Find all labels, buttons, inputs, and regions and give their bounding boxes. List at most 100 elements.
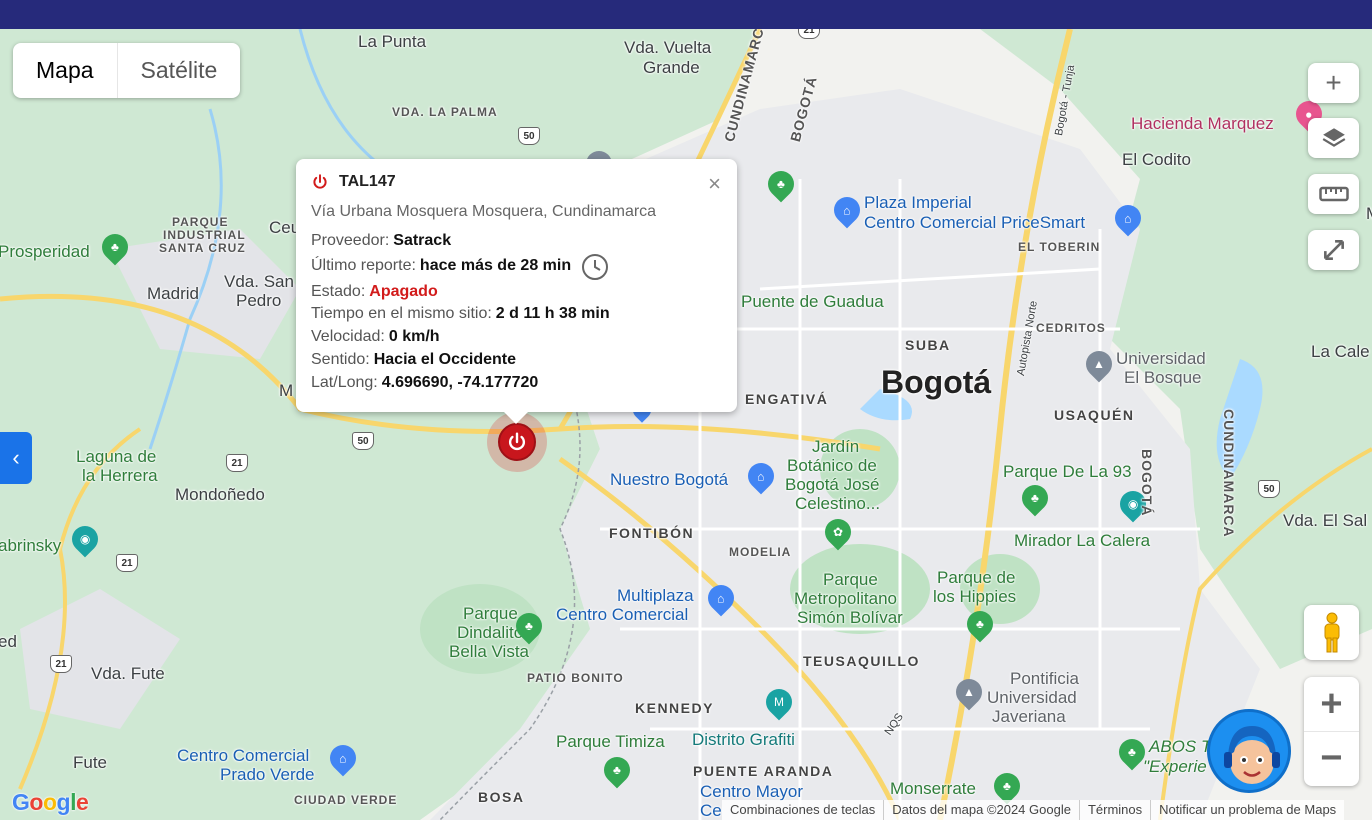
place-label: La Cale [1311,342,1370,361]
route-shield: 50 [518,127,540,145]
district-label: KENNEDY [635,700,714,716]
speed-row: Velocidad: 0 km/h [311,326,722,349]
park-label: Parque De La 93 [1003,462,1132,481]
vehicle-address: Vía Urbana Mosquera Mosquera, Cundinamar… [311,203,657,220]
route-shield: 50 [352,432,374,450]
shop-label: Centro Comercial [177,746,310,765]
vehicle-plate: TAL147 [339,173,396,190]
park-label: Laguna de [76,447,157,466]
report-problem-link[interactable]: Notificar un problema de Maps [1150,800,1344,820]
place-label: Fute [73,753,108,772]
district-label: ENGATIVÁ [745,391,829,407]
place-label: CIUDAD VERDE [294,793,398,807]
route-shield: 50 [1258,480,1280,498]
edu-label: Pontificia [1010,669,1079,688]
park-label: Simón Bolívar [797,608,903,627]
route-shield: 21 [116,554,138,572]
park-label: Dindalito [457,623,524,642]
place-label: Vda. Fute [91,664,165,683]
map-type-map-button[interactable]: Mapa [13,43,117,98]
park-label: Parque [463,604,518,623]
place-label: El Codito [1122,150,1191,169]
park-label: abrinsky [0,536,62,555]
place-label: M [279,381,294,400]
place-label: M [1366,204,1372,223]
shop-label: Nuestro Bogotá [610,470,729,489]
district-label: TEUSAQUILLO [803,653,920,669]
poi-label: Hacienda Marquez [1131,114,1274,133]
park-label: "Experie [1143,757,1207,776]
layers-icon [1322,128,1345,147]
keyboard-shortcuts-link[interactable]: Combinaciones de teclas [722,800,883,820]
place-label: Mondoñedo [175,485,265,504]
place-label: Vda. San [224,272,294,291]
clock-icon[interactable] [581,253,609,281]
region-label: CUNDINAMARCA [1221,409,1237,538]
field-value: 0 km/h [388,328,440,346]
latlong-row: Lat/Long: 4.696690, -74.177720 [311,372,722,395]
google-logo[interactable]: Google [12,789,89,816]
park-label: Celestino... [795,494,881,513]
edu-label: Universidad [987,688,1077,707]
park-label: Parque de [937,568,1016,587]
map-type-satellite-button[interactable]: Satélite [116,43,241,98]
park-label: Mirador La Calera [1014,531,1151,550]
measure-button[interactable] [1308,174,1359,214]
park-label: Parque Timiza [556,732,665,751]
field-label: Tiempo en el mismo sitio: [311,305,492,323]
field-label: Estado: [311,282,366,300]
park-label: Metropolitano [794,589,898,608]
app-top-bar [0,0,1372,29]
park-label: los Hippies [933,587,1017,606]
park-label: Bella Vista [449,642,530,661]
shop-label: Ce [700,801,722,820]
popup-tail [504,412,528,424]
district-label: PUENTE ARANDA [693,763,834,779]
place-label: Pedro [236,291,282,310]
shop-label: Multiplaza [617,586,694,605]
place-label: PATIO BONITO [527,671,624,685]
assistant-avatar-button[interactable] [1207,709,1291,793]
district-label: FONTIBÓN [609,525,695,541]
park-label: Parque [823,570,878,589]
layers-button[interactable] [1308,118,1359,158]
power-icon [498,423,536,461]
zoom-out-button[interactable]: − [1304,731,1359,785]
district-label: USAQUÉN [1054,407,1135,423]
park-label: Botánico de [787,456,877,475]
map-attribution: Combinaciones de teclas Datos del mapa ©… [722,800,1345,820]
park-label: Bogotá José [785,475,880,494]
field-label: Proveedor: [311,232,390,249]
popup-header: TAL147 [311,173,722,191]
chevron-left-icon: ‹ [12,445,20,470]
district-label: BOSA [478,789,525,805]
time-in-place-row: Tiempo en el mismo sitio: 2 d 11 h 38 min [311,303,722,326]
status-value: Apagado [369,282,438,300]
sidebar-toggle-button[interactable]: ‹ [0,432,32,484]
close-icon[interactable]: × [708,173,721,195]
park-label: Prosperidad [0,242,90,261]
field-label: Sentido: [311,350,370,368]
route-shield: 21 [226,454,248,472]
ruler-icon [1318,186,1349,202]
provider-row: Proveedor: Satrack [311,230,722,253]
field-label: Lat/Long: [311,373,378,391]
shop-label: Prado Verde [220,765,315,784]
park-label: Puente de Guadua [741,292,884,311]
park-label: la Herrera [82,466,158,485]
map-canvas[interactable]: La Punta Vda. Vuelta Grande CUNDINAMARCA… [0,29,1372,820]
add-button[interactable]: + [1308,63,1359,103]
zoom-in-button[interactable]: + [1304,677,1359,731]
terms-link[interactable]: Términos [1078,800,1150,820]
place-label: Vda. Vuelta [624,38,712,57]
plus-icon: + [1325,67,1342,98]
place-label: Madrid [147,284,199,303]
city-label: Bogotá [881,364,992,400]
route-shield: 21 [50,655,72,673]
fullscreen-button[interactable] [1308,230,1359,270]
last-report-row: Último reporte: hace más de 28 min [311,253,722,281]
street-view-button[interactable] [1304,605,1359,660]
field-value: Hacia el Occidente [373,350,517,368]
edu-label: Universidad [1116,349,1206,368]
field-value: 4.696690, -74.177720 [381,373,539,391]
